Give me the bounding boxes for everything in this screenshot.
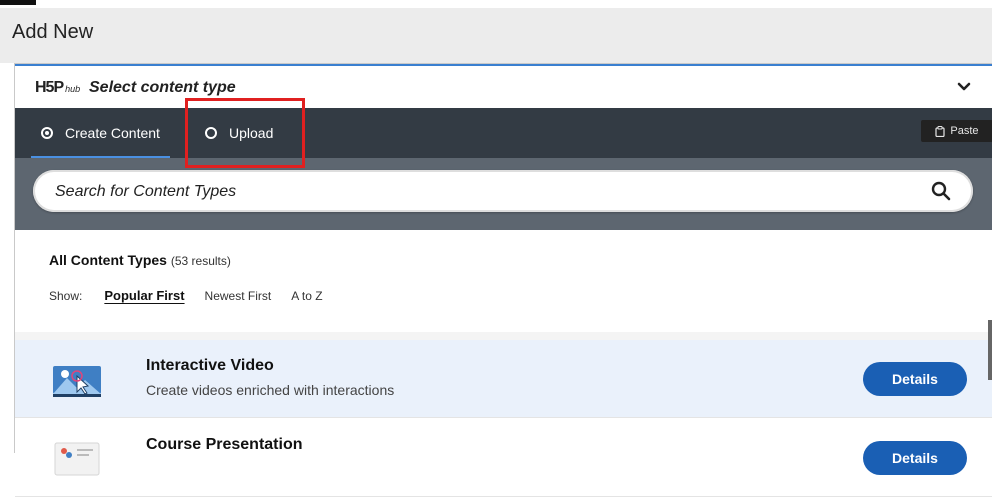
show-label: Show: — [49, 288, 83, 303]
radio-unselected-icon — [205, 127, 217, 139]
divider — [15, 332, 992, 340]
item-description: Create videos enriched with interactions — [146, 382, 395, 398]
list-item[interactable]: Interactive Video Create videos enriched… — [15, 340, 992, 418]
paste-button[interactable]: Paste — [921, 120, 992, 142]
course-presentation-icon — [54, 442, 100, 476]
scrollbar-thumb[interactable] — [988, 320, 992, 380]
results-count: (53 results) — [170, 254, 231, 268]
tab-label: Create Content — [65, 125, 160, 141]
hub-tabs: Create Content Upload Paste — [15, 108, 992, 158]
radio-selected-icon — [41, 127, 53, 139]
page-title: Add New — [12, 21, 94, 43]
sort-row: Show: Popular First Newest First A to Z — [49, 288, 343, 303]
details-button[interactable]: Details — [863, 362, 967, 396]
item-title: Course Presentation — [146, 436, 303, 453]
select-content-type-title: Select content type — [89, 79, 236, 96]
search-icon[interactable] — [931, 181, 951, 201]
item-title: Interactive Video — [146, 357, 274, 374]
heading-area: Add New — [0, 8, 992, 63]
interactive-video-icon — [53, 366, 101, 397]
hub-header[interactable]: H5P hub Select content type — [15, 64, 992, 110]
tab-create-content[interactable]: Create Content — [31, 108, 170, 158]
details-button[interactable]: Details — [863, 441, 967, 475]
results-header: All Content Types (53 results) Show: Pop… — [15, 230, 992, 326]
list-item[interactable]: Course Presentation Details — [15, 419, 992, 497]
results-title: All Content Types (53 results) — [49, 252, 231, 268]
clipboard-icon — [935, 125, 946, 137]
h5p-hub-logo: H5P hub — [35, 79, 81, 96]
search-box[interactable] — [33, 170, 973, 214]
h5p-hub-panel: H5P hub Select content type Create Conten… — [14, 63, 992, 497]
sort-popular-first[interactable]: Popular First — [104, 288, 184, 303]
sort-newest-first[interactable]: Newest First — [205, 289, 272, 303]
search-input[interactable] — [53, 170, 917, 214]
chevron-down-icon[interactable] — [957, 80, 971, 94]
top-strip — [0, 0, 992, 8]
sort-a-to-z[interactable]: A to Z — [291, 289, 322, 303]
tab-label: Upload — [229, 125, 274, 141]
search-strip — [15, 158, 992, 230]
tab-upload[interactable]: Upload — [205, 108, 273, 158]
